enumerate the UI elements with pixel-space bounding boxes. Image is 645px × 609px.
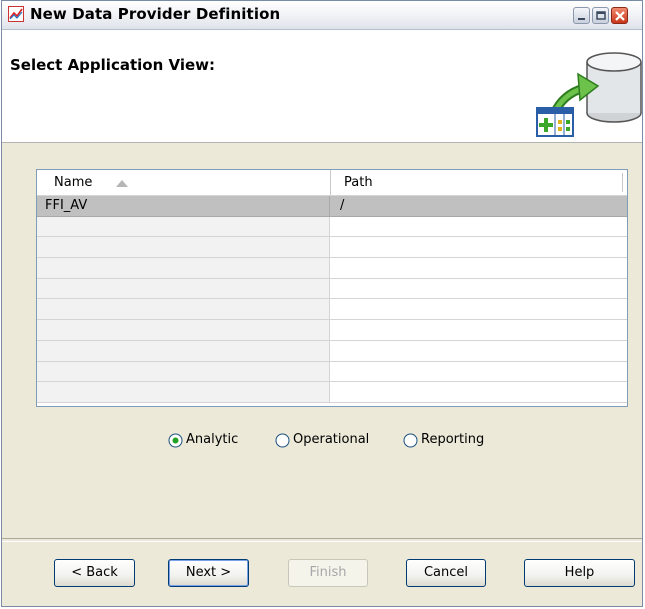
column-header-path[interactable]: Path <box>330 170 623 195</box>
radio-reporting-label: Reporting <box>421 432 485 447</box>
view-type-group: Analytic Operational Reporting <box>2 431 644 451</box>
close-button[interactable] <box>611 7 628 24</box>
empty-row <box>37 382 627 403</box>
maximize-icon <box>596 11 606 20</box>
minimize-button[interactable] <box>573 7 590 24</box>
finish-button[interactable]: Finish <box>288 559 368 587</box>
column-divider <box>622 173 623 192</box>
database-add-icon <box>536 52 642 137</box>
row-path: / <box>340 198 345 213</box>
empty-row <box>37 361 627 383</box>
empty-row <box>37 258 627 279</box>
list-header: Name Path <box>37 170 627 196</box>
radio-checked-icon <box>168 433 183 448</box>
name-cell: FFI_AV <box>37 196 330 216</box>
empty-row <box>37 237 627 259</box>
empty-row <box>37 278 627 300</box>
empty-row <box>37 340 627 362</box>
list-rows: FFI_AV / <box>37 196 627 406</box>
table-row[interactable]: FFI_AV / <box>37 196 627 217</box>
radio-unchecked-icon <box>403 433 418 448</box>
empty-row <box>37 216 627 238</box>
radio-operational-label: Operational <box>293 432 370 447</box>
row-name: FFI_AV <box>45 198 88 213</box>
back-button[interactable]: < Back <box>54 559 135 587</box>
column-path-label: Path <box>344 175 373 190</box>
dialog-window: New Data Provider Definition Select Appl… <box>1 0 643 607</box>
close-icon <box>615 11 625 21</box>
maximize-button[interactable] <box>592 7 609 24</box>
cancel-button[interactable]: Cancel <box>406 559 486 587</box>
title-bar[interactable]: New Data Provider Definition <box>2 1 642 30</box>
application-view-list[interactable]: Name Path FFI_AV / <box>36 169 628 407</box>
column-name-label: Name <box>54 175 93 190</box>
empty-row <box>37 320 627 341</box>
sort-ascending-icon <box>116 180 128 187</box>
radio-analytic-label: Analytic <box>186 432 239 447</box>
page-title: Select Application View: <box>10 56 215 74</box>
minimize-icon <box>578 18 585 20</box>
help-button[interactable]: Help <box>524 559 635 587</box>
next-button[interactable]: Next > <box>168 559 249 587</box>
footer-divider <box>2 538 642 542</box>
window-title: New Data Provider Definition <box>30 5 281 23</box>
column-header-name[interactable]: Name <box>37 170 329 195</box>
chart-app-icon <box>8 6 24 22</box>
empty-row <box>37 299 627 321</box>
radio-unchecked-icon <box>275 433 290 448</box>
wizard-header: Select Application View: <box>2 30 642 143</box>
